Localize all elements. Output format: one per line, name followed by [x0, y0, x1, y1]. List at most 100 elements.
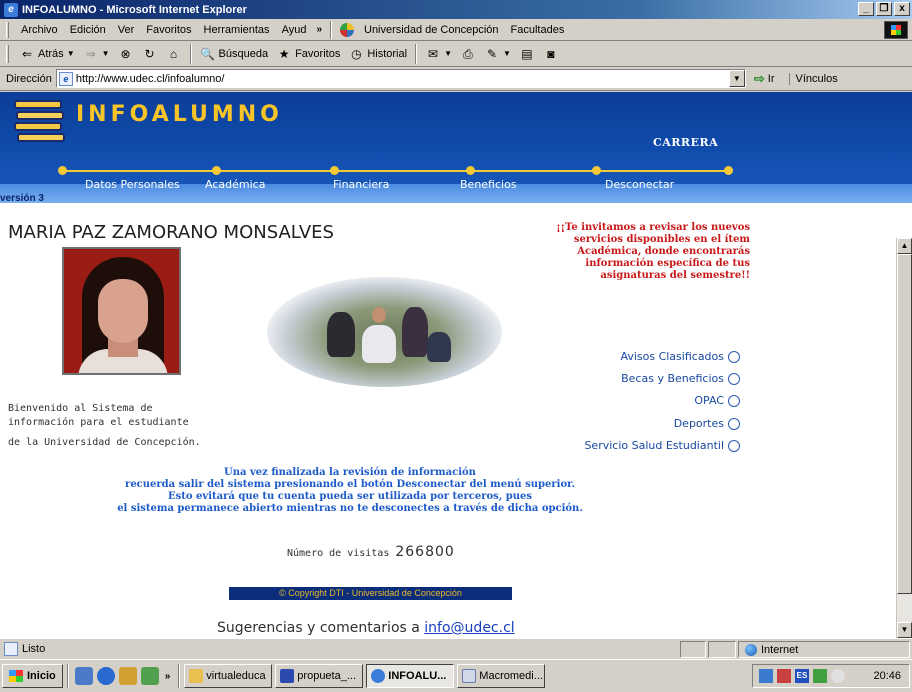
email-link[interactable]: info@udec.cl: [424, 620, 514, 636]
task-propuesta[interactable]: propueta_...: [275, 664, 364, 688]
menubar-grip[interactable]: [6, 21, 9, 38]
task-label: propueta_...: [297, 670, 357, 682]
scroll-thumb[interactable]: [897, 254, 912, 594]
app-quicklaunch-icon[interactable]: [140, 667, 159, 685]
circle-bullet-icon: [728, 417, 740, 430]
notice-line: Una vez finalizada la revisión de inform…: [224, 467, 476, 478]
menu-favoritos[interactable]: Favoritos: [140, 24, 197, 36]
home-icon: ⌂: [169, 46, 178, 61]
discuss-button[interactable]: ▤: [515, 46, 539, 62]
discuss-icon: ▤: [521, 46, 533, 61]
print-icon: ⎙: [463, 46, 473, 61]
scroll-down-icon[interactable]: ▼: [897, 622, 912, 638]
language-indicator[interactable]: ES: [795, 669, 809, 683]
favorites-button[interactable]: ★ Favoritos: [272, 46, 344, 62]
edit-icon: ✎: [486, 46, 498, 61]
address-label: Dirección: [6, 72, 52, 85]
home-button[interactable]: ⌂: [162, 46, 186, 62]
forward-dropdown-icon[interactable]: ▼: [102, 49, 110, 58]
edit-dropdown-icon[interactable]: ▼: [503, 49, 511, 58]
menu-archivo[interactable]: Archivo: [15, 24, 64, 36]
menu-herramientas[interactable]: Herramientas: [198, 24, 276, 36]
ie-icon: e: [4, 2, 18, 17]
forward-arrow-icon: ⇒: [85, 46, 96, 61]
mail-button[interactable]: ✉ ▼: [421, 46, 456, 62]
close-button[interactable]: x: [894, 2, 910, 16]
tray-app-icon[interactable]: [813, 669, 827, 683]
nav-academica[interactable]: Académica: [205, 178, 265, 191]
back-dropdown-icon[interactable]: ▼: [67, 49, 75, 58]
link-becas-beneficios[interactable]: Becas y Beneficios: [621, 372, 740, 385]
scroll-up-icon[interactable]: ▲: [897, 238, 912, 254]
nav-desconectar[interactable]: Desconectar: [605, 178, 674, 191]
mail-icon: ✉: [428, 46, 439, 61]
refresh-button[interactable]: ↻: [138, 46, 162, 62]
taskbar-separator: [66, 664, 69, 688]
task-infoalumno[interactable]: INFOALU...: [366, 664, 455, 688]
link-facultades[interactable]: Facultades: [505, 24, 571, 36]
toolbar-grip[interactable]: [6, 44, 9, 63]
print-button[interactable]: ⎙: [456, 46, 480, 62]
ql-label: Avisos Clasificados: [620, 350, 724, 363]
task-virtualeduca[interactable]: virtualeduca: [184, 664, 273, 688]
show-desktop-icon[interactable]: [74, 667, 93, 685]
circle-bullet-icon: [728, 394, 740, 407]
notice-line: recuerda salir del sistema presionando e…: [125, 479, 575, 490]
vertical-scrollbar[interactable]: ▲ ▼: [896, 238, 912, 638]
suggestions-label: Sugerencias y comentarios a: [217, 620, 420, 636]
edit-button[interactable]: ✎ ▼: [480, 46, 515, 62]
address-input[interactable]: e http://www.udec.cl/infoalumno/ ▼: [55, 69, 746, 88]
ie-quicklaunch-icon[interactable]: [96, 667, 115, 685]
nav-financiera[interactable]: Financiera: [333, 178, 389, 191]
menu-ver[interactable]: Ver: [112, 24, 141, 36]
back-button[interactable]: ⇐ Atrás ▼: [15, 46, 79, 62]
start-button[interactable]: Inicio: [2, 664, 63, 688]
volume-icon[interactable]: [831, 669, 845, 683]
go-button[interactable]: ⇨ Ir: [754, 71, 775, 87]
welcome-text: Bienvenido al Sistema de información par…: [8, 402, 248, 450]
nav-datos-personales[interactable]: Datos Personales: [85, 178, 180, 191]
messenger-button[interactable]: ◙: [539, 46, 563, 62]
circle-bullet-icon: [728, 439, 740, 452]
network-icon[interactable]: [759, 669, 773, 683]
menu-overflow-chevron[interactable]: »: [312, 24, 326, 35]
mail-dropdown-icon[interactable]: ▼: [444, 49, 452, 58]
visits-label: Número de visitas: [287, 548, 390, 559]
link-avisos-clasificados[interactable]: Avisos Clasificados: [620, 350, 740, 363]
quicklaunch-chevron[interactable]: »: [161, 671, 175, 682]
menu-ayuda[interactable]: Ayud: [276, 24, 313, 36]
maximize-button[interactable]: ❒: [876, 2, 892, 16]
link-deportes[interactable]: Deportes: [674, 417, 740, 430]
task-macromedia[interactable]: Macromedi...: [457, 664, 546, 688]
link-universidad[interactable]: Universidad de Concepción: [358, 24, 505, 36]
macromedia-icon: [462, 669, 477, 683]
site-header: INFOALUMNO CARRERA Datos Personales Acad…: [0, 92, 912, 204]
refresh-icon: ↻: [144, 46, 155, 61]
links-button[interactable]: Vínculos: [788, 72, 838, 85]
history-button[interactable]: ◷ Historial: [344, 46, 411, 62]
link-servicio-salud[interactable]: Servicio Salud Estudiantil: [584, 439, 740, 452]
welcome-line: de la Universidad de Concepción.: [8, 437, 201, 448]
forward-button[interactable]: ⇒ ▼: [79, 46, 114, 62]
notice-line: Esto evitará que tu cuenta pueda ser uti…: [168, 491, 532, 502]
minimize-button[interactable]: _: [858, 2, 874, 16]
windows-logo-icon: [884, 21, 908, 39]
task-label: INFOALU...: [388, 670, 447, 682]
taskbar-separator: [178, 664, 181, 688]
outlook-quicklaunch-icon[interactable]: [118, 667, 137, 685]
stop-button[interactable]: ⊗: [114, 46, 138, 62]
address-dropdown-icon[interactable]: ▼: [728, 70, 745, 87]
page-status-icon: [4, 642, 18, 656]
menu-edicion[interactable]: Edición: [64, 24, 112, 36]
suggestions-line: Sugerencias y comentarios a info@udec.cl: [217, 620, 515, 636]
tray-app-icon[interactable]: [777, 669, 791, 683]
history-label: Historial: [367, 47, 408, 60]
search-button[interactable]: 🔍 Búsqueda: [196, 46, 273, 62]
page-viewport: INFOALUMNO CARRERA Datos Personales Acad…: [0, 92, 912, 638]
address-url[interactable]: http://www.udec.cl/infoalumno/: [76, 73, 225, 85]
status-bar: Listo Internet: [0, 638, 912, 659]
nav-dot: [330, 166, 339, 175]
clock[interactable]: 20:46: [873, 670, 901, 682]
nav-beneficios[interactable]: Beneficios: [460, 178, 517, 191]
link-opac[interactable]: OPAC: [694, 394, 740, 407]
